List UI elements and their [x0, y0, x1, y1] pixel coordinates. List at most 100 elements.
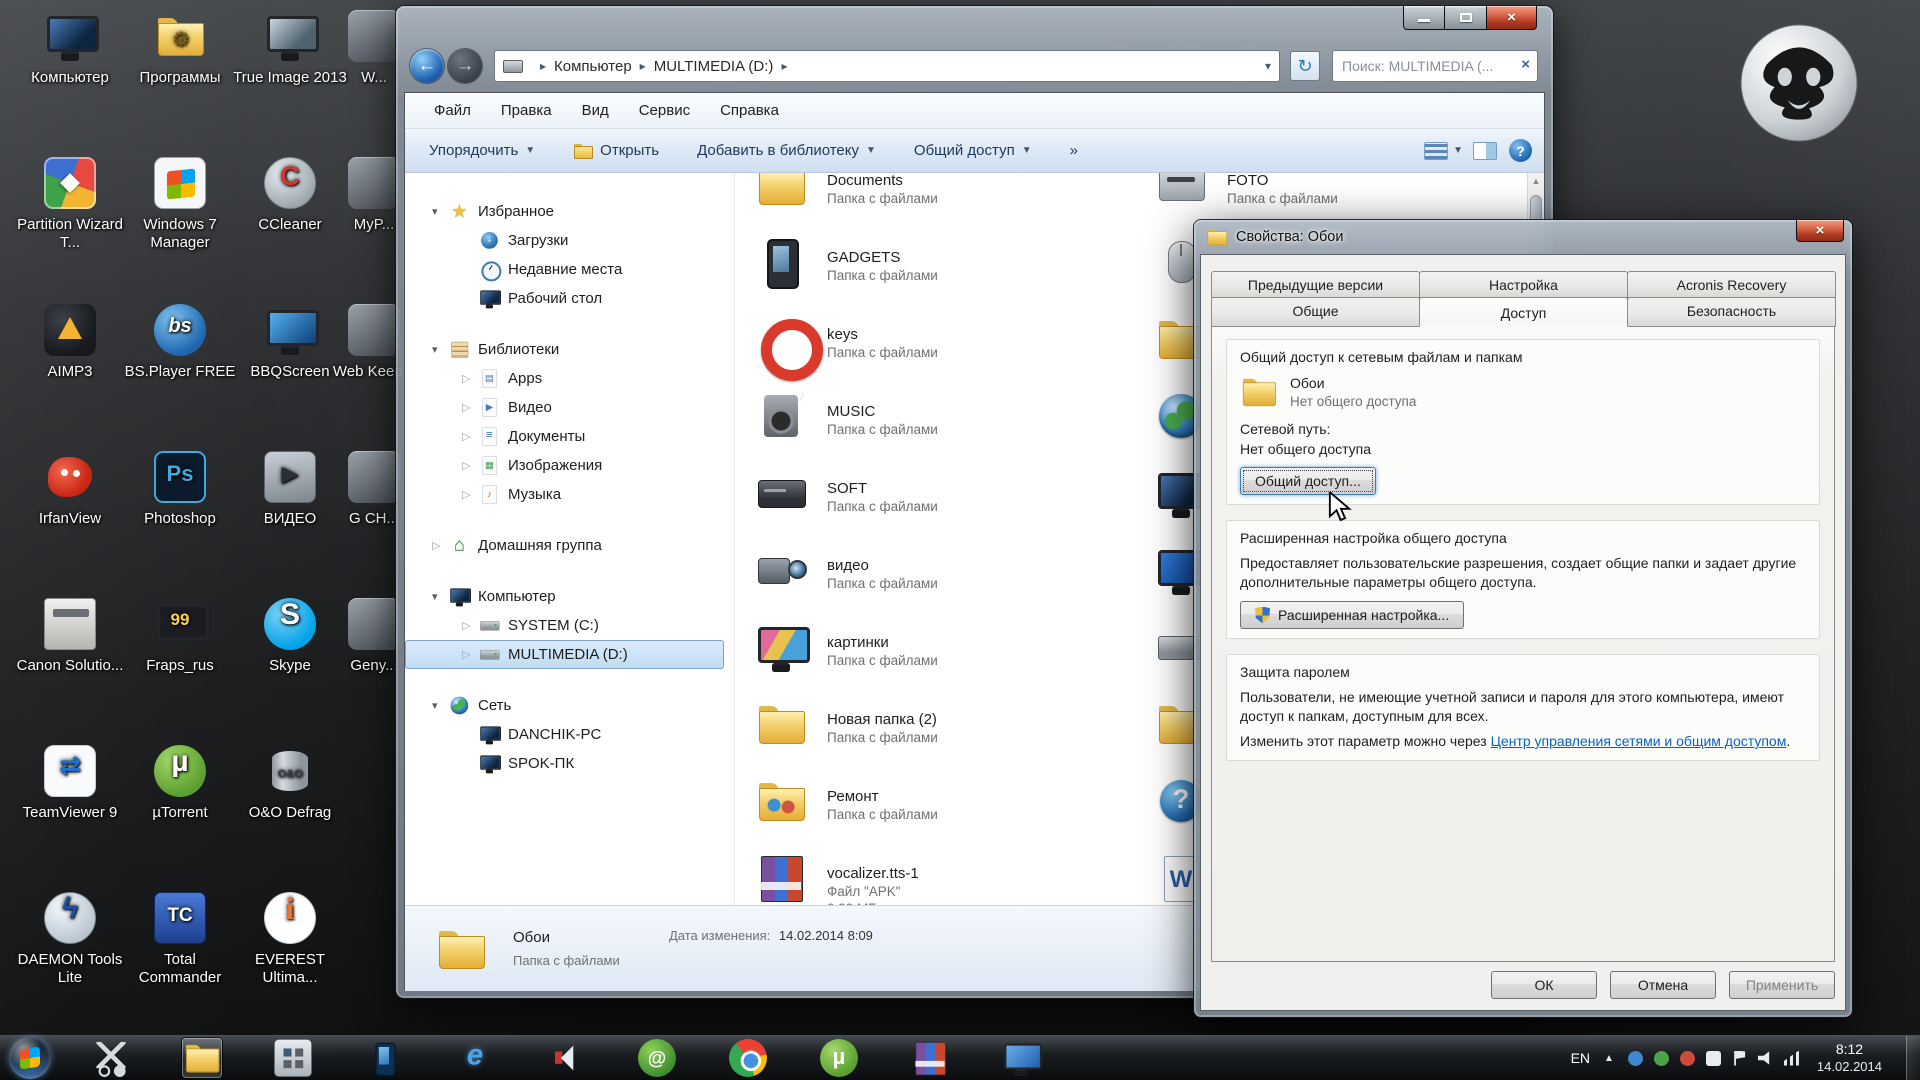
- expand-arrow-icon[interactable]: [432, 205, 449, 218]
- address-dropdown-icon[interactable]: ▾: [1265, 59, 1271, 73]
- sidebar-item[interactable]: Сеть: [405, 691, 724, 720]
- sidebar-item[interactable]: Видео: [405, 393, 724, 422]
- desktop-icon[interactable]: Windows 7 Manager: [120, 157, 240, 304]
- expand-arrow-icon[interactable]: [462, 401, 479, 414]
- tray-app-icon[interactable]: [1680, 1051, 1695, 1066]
- network-icon[interactable]: [1784, 1051, 1799, 1066]
- dialog-tab[interactable]: Общие: [1211, 297, 1420, 327]
- file-item[interactable]: SOFTПапка с файлами: [755, 459, 1135, 519]
- taskbar-app-button[interactable]: [182, 1038, 222, 1078]
- tray-app-icon[interactable]: [1628, 1051, 1643, 1066]
- dialog-tab[interactable]: Настройка: [1419, 271, 1628, 298]
- desktop-icon[interactable]: Fraps_rus: [120, 598, 240, 745]
- chevron-right-icon[interactable]: ▸: [781, 59, 787, 73]
- desktop-icon[interactable]: TeamViewer 9: [10, 745, 130, 892]
- sidebar-item[interactable]: Домашняя группа: [405, 531, 724, 560]
- file-item[interactable]: MUSICПапка с файлами: [755, 382, 1135, 442]
- volume-icon[interactable]: [1758, 1051, 1773, 1066]
- taskbar-app-button[interactable]: [637, 1038, 677, 1078]
- preview-pane-icon[interactable]: [1473, 142, 1497, 160]
- menu-item[interactable]: Справка: [705, 93, 794, 128]
- language-indicator[interactable]: EN: [1571, 1050, 1590, 1066]
- clear-search-icon[interactable]: ×: [1521, 56, 1530, 73]
- desktop-icon[interactable]: BS.Player FREE: [120, 304, 240, 451]
- taskbar-app-button[interactable]: [273, 1038, 313, 1078]
- address-bar[interactable]: ▸ Компьютер▸MULTIMEDIA (D:)▸ ▾: [494, 50, 1280, 82]
- file-item[interactable]: FOTOПапка с файлами: [1155, 173, 1522, 211]
- file-item[interactable]: GADGETSПапка с файлами: [755, 228, 1135, 288]
- action-center-icon[interactable]: [1732, 1051, 1747, 1066]
- sidebar-item[interactable]: Изображения: [405, 451, 724, 480]
- toolbar-button[interactable]: Общий доступ▼: [902, 136, 1044, 165]
- desktop-icon[interactable]: EVEREST Ultima...: [230, 892, 350, 1039]
- expand-arrow-icon[interactable]: [462, 459, 479, 472]
- sidebar-item[interactable]: Избранное: [405, 197, 724, 226]
- expand-arrow-icon[interactable]: [432, 699, 449, 712]
- help-icon[interactable]: ?: [1509, 139, 1532, 162]
- toolbar-button[interactable]: Упорядочить▼: [417, 136, 547, 165]
- taskbar-app-button[interactable]: [91, 1038, 131, 1078]
- explorer-titlebar[interactable]: ×: [404, 6, 1545, 40]
- expand-arrow-icon[interactable]: [462, 372, 479, 385]
- expand-arrow-icon[interactable]: [432, 539, 449, 552]
- scroll-up-icon[interactable]: ▲: [1528, 173, 1544, 190]
- breadcrumb-segment[interactable]: MULTIMEDIA (D:): [654, 58, 774, 75]
- sidebar-item[interactable]: Музыка: [405, 480, 724, 509]
- start-button[interactable]: [9, 1037, 51, 1079]
- ok-button[interactable]: ОК: [1491, 971, 1597, 999]
- menu-item[interactable]: Вид: [567, 93, 624, 128]
- dialog-tab[interactable]: Acronis Recovery: [1627, 271, 1836, 298]
- desktop-icon[interactable]: IrfanView: [10, 451, 130, 598]
- dialog-tab[interactable]: Предыдущие версии: [1211, 271, 1420, 298]
- expand-arrow-icon[interactable]: [462, 488, 479, 501]
- toolbar-button[interactable]: Открыть▼: [561, 135, 671, 167]
- taskbar-app-button[interactable]: [364, 1038, 404, 1078]
- file-item[interactable]: DocumentsПапка с файлами: [755, 173, 1135, 211]
- expand-arrow-icon[interactable]: [462, 430, 479, 443]
- search-input[interactable]: [1332, 50, 1538, 82]
- change-view-icon[interactable]: [1424, 142, 1448, 160]
- desktop-icon[interactable]: Photoshop: [120, 451, 240, 598]
- chevron-right-icon[interactable]: ▸: [640, 59, 646, 73]
- expand-arrow-icon[interactable]: [462, 619, 479, 632]
- toolbar-button[interactable]: »▼: [1058, 136, 1090, 165]
- menu-item[interactable]: Файл: [419, 93, 486, 128]
- toolbar-button[interactable]: Добавить в библиотеку▼: [685, 136, 888, 165]
- desktop-icon[interactable]: DAEMON Tools Lite: [10, 892, 130, 1039]
- sidebar-item[interactable]: SYSTEM (C:): [405, 611, 724, 640]
- file-item[interactable]: Новая папка (2)Папка с файлами: [755, 690, 1135, 750]
- desktop-icon[interactable]: µTorrent: [120, 745, 240, 892]
- taskbar-app-button[interactable]: [910, 1038, 950, 1078]
- desktop-icon[interactable]: Компьютер: [10, 10, 130, 157]
- desktop-icon[interactable]: AIMP3: [10, 304, 130, 451]
- sidebar-item[interactable]: Недавние места: [405, 255, 724, 284]
- menu-item[interactable]: Сервис: [624, 93, 705, 128]
- desktop-icon[interactable]: O&O Defrag: [230, 745, 350, 892]
- advanced-sharing-button[interactable]: Расширенная настройка...: [1240, 601, 1464, 629]
- desktop-icon[interactable]: Partition Wizard T...: [10, 157, 130, 304]
- tray-expand-icon[interactable]: ▲: [1604, 1053, 1614, 1064]
- sidebar-item[interactable]: Документы: [405, 422, 724, 451]
- dialog-titlebar[interactable]: Свойства: Обои ×: [1200, 220, 1846, 254]
- dialog-tab[interactable]: Доступ: [1419, 297, 1628, 327]
- back-button[interactable]: ←: [410, 49, 444, 83]
- expand-arrow-icon[interactable]: [432, 343, 449, 356]
- sidebar-item[interactable]: DANCHIK-PC: [405, 720, 724, 749]
- view-dropdown-icon[interactable]: ▼: [1453, 145, 1463, 156]
- forward-button[interactable]: →: [448, 49, 482, 83]
- sidebar-item[interactable]: MULTIMEDIA (D:): [405, 640, 724, 669]
- sidebar-item[interactable]: Библиотеки: [405, 335, 724, 364]
- sidebar-item[interactable]: SPOK-ПК: [405, 749, 724, 778]
- desktop-icon[interactable]: Canon Solutio...: [10, 598, 130, 745]
- file-item[interactable]: картинкиПапка с файлами: [755, 613, 1135, 673]
- file-item[interactable]: видеоПапка с файлами: [755, 536, 1135, 596]
- menu-item[interactable]: Правка: [486, 93, 567, 128]
- taskbar-app-button[interactable]: [546, 1038, 586, 1078]
- taskbar-app-button[interactable]: [455, 1038, 495, 1078]
- breadcrumb-segment[interactable]: Компьютер: [554, 58, 632, 75]
- file-item[interactable]: РемонтПапка с файлами: [755, 767, 1135, 827]
- sidebar-item[interactable]: Компьютер: [405, 582, 724, 611]
- desktop-icon[interactable]: Total Commander: [120, 892, 240, 1039]
- network-center-link[interactable]: Центр управления сетями и общим доступом: [1491, 733, 1787, 749]
- taskbar-app-button[interactable]: [819, 1038, 859, 1078]
